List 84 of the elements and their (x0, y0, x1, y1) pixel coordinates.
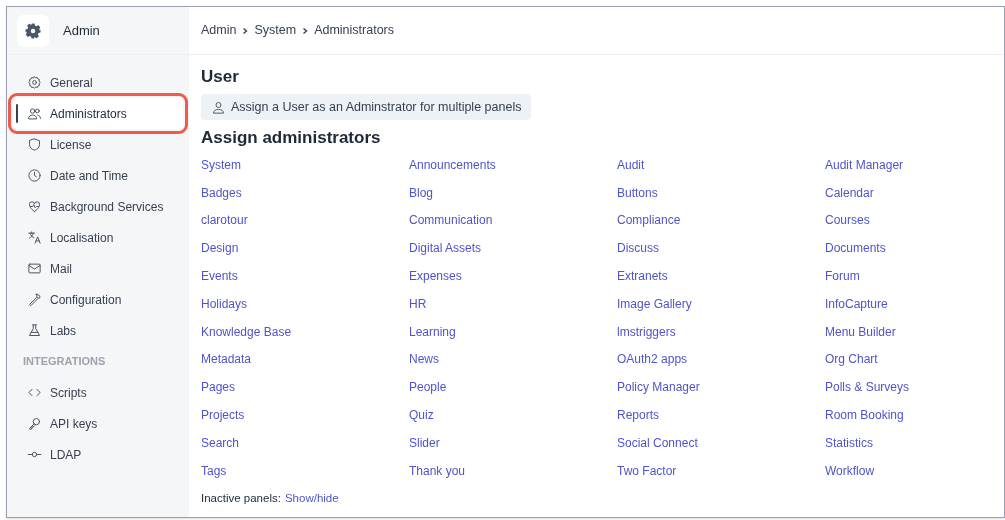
section-heading: User (201, 67, 240, 87)
panel-link[interactable]: clarotour (201, 211, 248, 230)
shield-icon (27, 137, 42, 152)
panel-link[interactable]: Compliance (617, 211, 681, 230)
gear-icon (24, 21, 42, 40)
panel-link[interactable]: Org Chart (825, 350, 878, 369)
panel-link[interactable]: System (201, 155, 241, 174)
selection-indicator (16, 104, 18, 123)
panel-link[interactable]: Documents (825, 239, 886, 258)
translate-icon (27, 230, 42, 245)
panel-link[interactable]: InfoCapture (825, 294, 888, 313)
panel-link[interactable]: HR (409, 294, 427, 313)
panel-link[interactable]: Audit Manager (825, 155, 904, 174)
panel-link[interactable]: Thank you (409, 461, 466, 480)
show-hide-link[interactable]: Show/hide (284, 489, 339, 508)
mail-icon (27, 261, 42, 276)
key-icon (27, 416, 42, 431)
breadcrumb-link[interactable]: System (254, 21, 297, 40)
panel-link[interactable]: Polls & Surveys (825, 378, 910, 397)
panel-link[interactable]: Audit (617, 155, 645, 174)
panel-link[interactable]: Slider (409, 433, 440, 452)
sidebar-item[interactable]: Configuration (13, 284, 183, 315)
panel-link[interactable]: lmstriggers (617, 322, 676, 341)
panel-link[interactable]: Policy Manager (617, 378, 700, 397)
app-title: Admin (63, 21, 100, 40)
panel-link[interactable]: Blog (409, 183, 434, 202)
panel-link[interactable]: Forum (825, 267, 860, 286)
gear-icon (27, 75, 42, 90)
panel-link[interactable]: Badges (201, 183, 242, 202)
panel-link[interactable]: Metadata (201, 350, 252, 369)
sidebar-item[interactable]: API keys (13, 408, 183, 439)
panel-link[interactable]: Learning (409, 322, 456, 341)
clock-icon (27, 168, 42, 183)
breadcrumb-link[interactable]: Admin (201, 21, 237, 40)
panel-link[interactable]: Announcements (409, 155, 496, 174)
user-icon (211, 99, 226, 115)
sidebar-heading: INTEGRATIONS (22, 354, 107, 370)
panel-link[interactable]: Pages (201, 378, 236, 397)
panel-link[interactable]: Tags (201, 461, 227, 480)
panel-link[interactable]: Social Connect (617, 433, 698, 452)
sidebar-item[interactable]: Labs (13, 315, 183, 346)
panel-link[interactable]: Two Factor (617, 461, 677, 480)
users-icon (27, 106, 42, 121)
panel-link[interactable]: Image Gallery (617, 294, 692, 313)
panel-link[interactable]: Digital Assets (409, 239, 482, 258)
panel-link[interactable]: Quiz (409, 406, 434, 425)
sidebar-item[interactable]: Localisation (13, 222, 183, 253)
sidebar-item[interactable]: Scripts (13, 377, 183, 408)
panel-link[interactable]: Buttons (617, 183, 658, 202)
heart-pulse-icon (27, 199, 42, 214)
panel-link[interactable]: Calendar (825, 183, 874, 202)
panel-link[interactable]: News (409, 350, 439, 369)
chevron-right-icon (301, 26, 310, 35)
section-heading: Assign administrators (201, 128, 382, 148)
panel-link[interactable]: Holidays (201, 294, 248, 313)
panel-link[interactable]: Courses (825, 211, 870, 230)
panel-link[interactable]: Menu Builder (825, 322, 896, 341)
panel-link[interactable]: People (409, 378, 447, 397)
panel-link[interactable]: Room Booking (825, 406, 904, 425)
sidebar-item[interactable]: Background Services (13, 191, 183, 222)
panel-link[interactable]: Expenses (409, 267, 462, 286)
wrench-icon (27, 292, 42, 307)
inactive-panels-label: Inactive panels: (201, 490, 281, 506)
sidebar-item[interactable]: General (13, 67, 183, 98)
sidebar-item[interactable]: Mail (13, 253, 183, 284)
panel-link[interactable]: Workflow (825, 461, 875, 480)
panel-link[interactable]: Projects (201, 406, 245, 425)
panel-link[interactable]: Discuss (617, 239, 659, 258)
chevron-right-icon (241, 26, 250, 35)
panel-link[interactable]: Statistics (825, 433, 873, 452)
panel-link[interactable]: Events (201, 267, 238, 286)
sidebar-item[interactable]: License (13, 129, 183, 160)
breadcrumb-link[interactable]: Administrators (314, 21, 394, 40)
sidebar-item[interactable]: LDAP (13, 439, 183, 470)
panel-link[interactable]: Reports (617, 406, 660, 425)
panel-link[interactable]: Knowledge Base (201, 322, 292, 341)
panel-link[interactable]: Communication (409, 211, 493, 230)
panel-link[interactable]: OAuth2 apps (617, 350, 688, 369)
sidebar-item[interactable]: Date and Time (13, 160, 183, 191)
panel-link[interactable]: Design (201, 239, 239, 258)
flask-icon (27, 323, 42, 338)
panel-link[interactable]: Extranets (617, 267, 668, 286)
assign-user-button[interactable]: Assign a User as an Adminstrator for multiple panels (201, 94, 532, 120)
panel-link[interactable]: Search (201, 433, 240, 452)
